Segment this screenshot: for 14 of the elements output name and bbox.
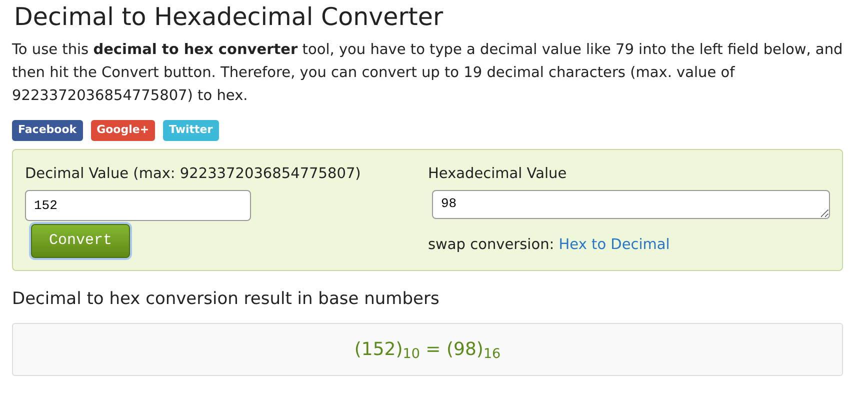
page-title: Decimal to Hexadecimal Converter (14, 2, 444, 32)
share-button[interactable]: Facebook (12, 120, 83, 141)
field-label: Hexadecimal Value (428, 164, 568, 184)
decimal-input-field[interactable]: 152 (25, 190, 251, 221)
share-button[interactable]: Google+ (90, 120, 156, 141)
hex-output-field[interactable]: 98 (432, 190, 830, 219)
conversion-formula: (152)$_{10}$ = (98)$_{16}$ (354, 338, 501, 360)
swap-link[interactable]: Hex to Decimal (558, 236, 670, 253)
convert-button[interactable]: Convert (31, 224, 130, 258)
swap-label: swap conversion: (428, 236, 556, 253)
share-button[interactable]: Twitter (163, 120, 219, 141)
field-label: Decimal Value (max: 9223372036854775807) (25, 164, 362, 184)
intro-paragraph: To use this decimal to hex converter tool, you have to type a decimal value like 79 into the left field below, and then hit the Convert button. Therefore, you can convert up to 19 decimal characters (max. value of 9223372036854775807) to hex. (12, 41, 843, 106)
result-heading: Decimal to hex conversion result in base numbers (12, 288, 440, 312)
